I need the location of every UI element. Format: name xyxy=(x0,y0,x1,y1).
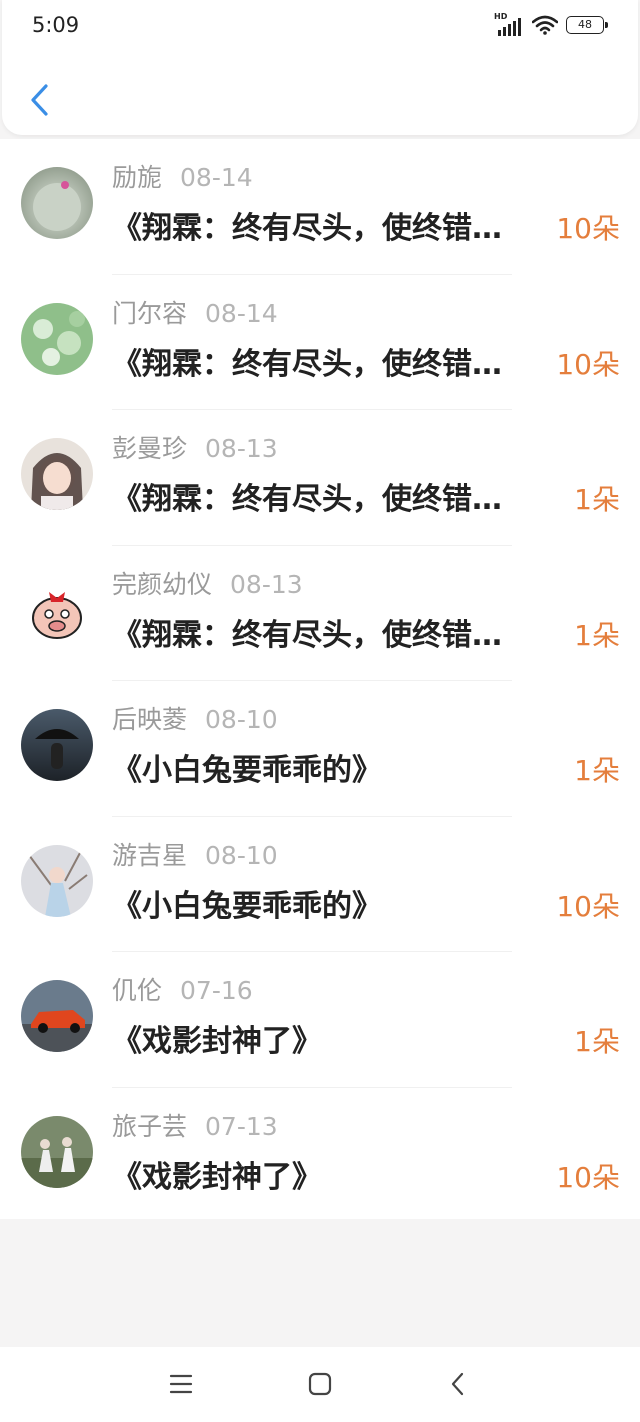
flower-count: 1朵 xyxy=(574,483,620,516)
flower-count: 1朵 xyxy=(574,754,620,787)
list-item[interactable]: 彭曼珍 08-13 《翔霖：终有尽头，使终错… 1朵 xyxy=(0,410,640,546)
flower-count: 10朵 xyxy=(556,347,620,381)
avatar xyxy=(21,302,93,375)
date: 08-13 xyxy=(230,569,303,599)
home-icon xyxy=(308,1372,332,1396)
list-item[interactable]: 仉伦 07-16 《戏影封神了》 1朵 xyxy=(0,952,640,1088)
avatar xyxy=(21,167,93,239)
list-item[interactable]: 后映菱 08-10 《小白兔要乖乖的》 1朵 xyxy=(0,681,640,817)
date: 08-13 xyxy=(205,434,278,463)
back-nav-button[interactable] xyxy=(441,1369,475,1399)
date: 07-16 xyxy=(180,976,253,1005)
item-title: 《小白兔要乖乖的》 xyxy=(112,753,382,788)
item-title: 《戏影封神了》 xyxy=(112,1024,322,1059)
user-name: 彭曼珍 xyxy=(112,434,188,463)
signal-icon: HD xyxy=(494,12,524,36)
user-name: 完颜幼仪 xyxy=(112,569,213,599)
flower-count: 10朵 xyxy=(556,212,620,245)
date: 08-14 xyxy=(205,298,278,328)
wifi-icon xyxy=(532,15,558,35)
date: 07-13 xyxy=(205,1111,278,1141)
list-item[interactable]: 励旎 08-14 《翔霖：终有尽头，使终错… 10朵 xyxy=(0,139,640,275)
back-icon xyxy=(451,1372,464,1396)
chevron-left-icon xyxy=(31,84,48,116)
flower-count: 1朵 xyxy=(574,1025,620,1058)
item-title: 《小白兔要乖乖的》 xyxy=(112,888,382,924)
avatar xyxy=(21,709,93,781)
system-nav-bar xyxy=(0,1347,640,1422)
battery-icon: 48 xyxy=(566,16,608,34)
item-title: 《翔霖：终有尽头，使终错… xyxy=(112,346,502,382)
flower-count: 10朵 xyxy=(556,1160,620,1194)
user-name: 门尔容 xyxy=(112,298,188,328)
list-item[interactable]: 完颜幼仪 08-13 《翔霖：终有尽头，使终错… 1朵 xyxy=(0,546,640,681)
status-time: 5:09 xyxy=(32,13,80,37)
user-name: 后映菱 xyxy=(112,705,188,734)
menu-icon xyxy=(169,1374,193,1394)
user-name: 游吉星 xyxy=(112,840,188,870)
list-item[interactable]: 游吉星 08-10 《小白兔要乖乖的》 10朵 xyxy=(0,817,640,952)
status-icons: HD 48 xyxy=(494,12,608,36)
menu-button[interactable] xyxy=(164,1369,198,1399)
item-title: 《戏影封神了》 xyxy=(112,1159,322,1195)
avatar xyxy=(21,1115,93,1188)
item-title: 《翔霖：终有尽头，使终错… xyxy=(112,211,502,246)
avatar xyxy=(21,980,93,1052)
flower-count: 10朵 xyxy=(556,889,620,923)
user-name: 励旎 xyxy=(112,163,163,192)
date: 08-14 xyxy=(180,163,253,192)
gift-list: 励旎 08-14 《翔霖：终有尽头，使终错… 10朵 门尔容 08-14 《翔霖：终… xyxy=(0,139,640,1219)
battery-level: 48 xyxy=(578,18,592,31)
status-bar: 5:09 HD 48 xyxy=(0,0,640,56)
list-item[interactable]: 旅子芸 07-13 《戏影封神了》 10朵 xyxy=(0,1088,640,1224)
user-name: 仉伦 xyxy=(112,976,163,1005)
list-item[interactable]: 门尔容 08-14 《翔霖：终有尽头，使终错… 10朵 xyxy=(0,275,640,410)
date: 08-10 xyxy=(205,840,278,870)
item-title: 《翔霖：终有尽头，使终错… xyxy=(112,482,502,517)
flower-count: 1朵 xyxy=(574,618,620,652)
date: 08-10 xyxy=(205,705,278,734)
avatar xyxy=(21,438,93,510)
home-button[interactable] xyxy=(303,1369,337,1399)
avatar xyxy=(21,844,93,917)
back-button[interactable] xyxy=(20,80,60,120)
avatar xyxy=(21,573,93,646)
user-name: 旅子芸 xyxy=(112,1111,188,1141)
item-title: 《翔霖：终有尽头，使终错… xyxy=(112,617,502,653)
